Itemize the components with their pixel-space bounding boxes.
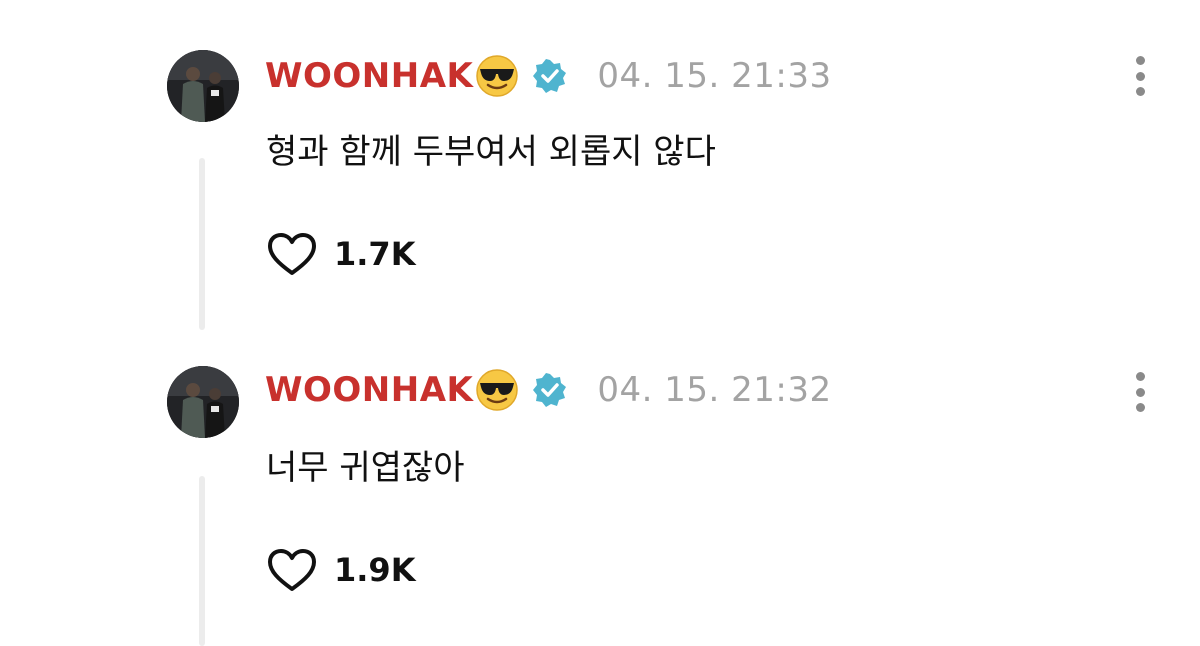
more-dot-icon [1135,56,1145,65]
timestamp: 04. 15. 21:32 [597,370,832,410]
username[interactable]: WOONHAK [265,56,473,96]
heart-icon[interactable] [266,231,318,277]
post-text: 너무 귀엽잖아 [266,448,465,488]
username[interactable]: WOONHAK [265,370,473,410]
like-count: 1.9K [334,551,416,589]
more-dot-icon [1135,372,1145,381]
post-header: WOONHAK 04. 15. 21:33 [265,50,832,102]
post-1: WOONHAK 04. 15. 21:33 형과 함께 두부여서 외롭지 않다 … [0,0,1200,330]
thread-line [199,476,205,646]
like-count: 1.7K [334,235,416,273]
like-row: 1.9K [266,546,415,594]
verified-badge-icon [533,373,567,407]
sunglasses-emoji-icon [476,369,519,411]
timestamp: 04. 15. 21:33 [597,56,832,96]
post-text: 형과 함께 두부여서 외롭지 않다 [266,132,716,172]
like-row: 1.7K [266,230,415,278]
post-2: WOONHAK 04. 15. 21:32 너무 귀엽잖아 1.9K [0,318,1200,646]
more-options-button[interactable] [1128,368,1152,416]
avatar-image [167,50,239,122]
avatar[interactable] [167,50,239,122]
sunglasses-emoji-icon [476,55,519,97]
more-dot-icon [1135,71,1145,81]
avatar-image [167,366,239,438]
verified-badge-icon [533,59,567,93]
heart-icon[interactable] [266,547,318,593]
more-dot-icon [1135,403,1145,412]
more-dot-icon [1135,387,1145,397]
more-options-button[interactable] [1128,52,1152,100]
more-dot-icon [1135,87,1145,96]
avatar[interactable] [167,366,239,438]
thread-line [199,158,205,330]
post-header: WOONHAK 04. 15. 21:32 [265,364,832,416]
